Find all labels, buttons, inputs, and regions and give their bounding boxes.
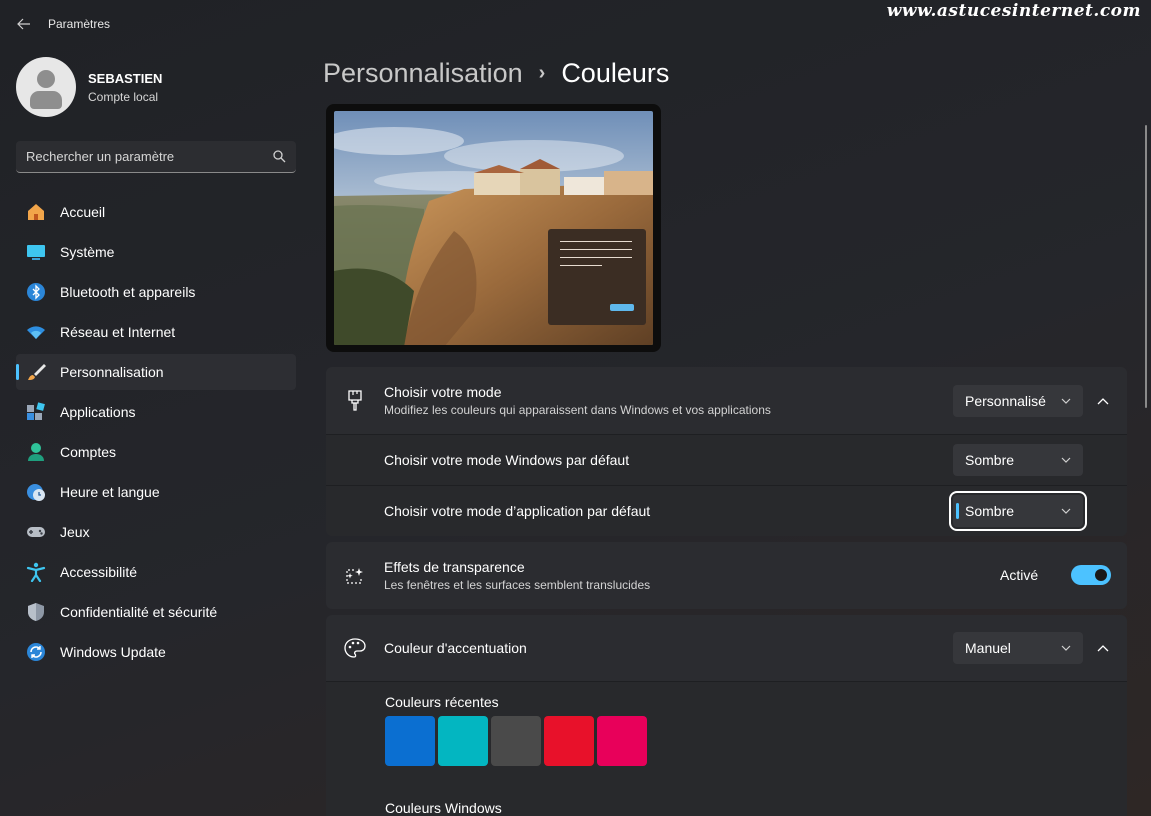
sidebar-item-comptes[interactable]: Comptes	[16, 434, 296, 470]
accent-card: Couleur d'accentuation Manuel Couleurs r…	[326, 615, 1127, 816]
color-swatch[interactable]	[544, 716, 594, 766]
watermark: www.astucesinternet.com	[886, 1, 1141, 21]
accent-row[interactable]: Couleur d'accentuation Manuel	[326, 615, 1127, 681]
app-title: Paramètres	[48, 17, 111, 31]
bluetooth-icon	[26, 282, 46, 302]
transparency-sparkle-icon	[346, 567, 363, 584]
preview-window	[548, 229, 646, 325]
wallpaper-image	[334, 111, 653, 345]
transparency-toggle[interactable]	[1071, 565, 1111, 585]
chevron-up-icon	[1097, 644, 1109, 651]
chevron-down-icon	[1061, 508, 1071, 514]
paintbrush-icon	[348, 389, 362, 411]
accent-colors-panel: Couleurs récentes Couleurs Windows	[326, 682, 1127, 816]
sidebar-item-reseau[interactable]: Réseau et Internet	[16, 314, 296, 350]
chevron-up-icon	[1097, 397, 1109, 404]
app-mode-row: Choisir votre mode d’application par déf…	[326, 486, 1127, 536]
color-swatch[interactable]	[491, 716, 541, 766]
arrow-left-icon	[17, 18, 30, 30]
mode-card: Choisir votre mode Modifiez les couleurs…	[326, 367, 1127, 536]
color-swatch[interactable]	[385, 716, 435, 766]
scrollbar[interactable]	[1145, 125, 1147, 408]
home-icon	[26, 202, 46, 222]
clock-globe-icon	[26, 482, 46, 502]
accessibility-icon	[26, 562, 46, 582]
transparency-state-label: Activé	[1000, 567, 1039, 583]
sidebar-item-confidentialite[interactable]: Confidentialité et sécurité	[16, 594, 296, 630]
collapse-accent-button[interactable]	[1087, 632, 1119, 664]
person-icon	[26, 442, 46, 462]
preview-accent-button	[610, 304, 634, 311]
windows-mode-row: Choisir votre mode Windows par défaut So…	[326, 435, 1127, 485]
windows-mode-dropdown[interactable]: Sombre	[953, 444, 1083, 476]
sidebar-nav: Accueil Système Bluetooth et appareils R…	[16, 194, 296, 674]
mode-row[interactable]: Choisir votre mode Modifiez les couleurs…	[326, 367, 1127, 434]
mode-dropdown[interactable]: Personnalisé	[953, 385, 1083, 417]
sidebar-item-bluetooth[interactable]: Bluetooth et appareils	[16, 274, 296, 310]
chevron-down-icon	[1061, 457, 1071, 463]
apps-icon	[26, 402, 46, 422]
shield-icon	[26, 602, 46, 622]
search-icon	[273, 150, 286, 163]
sidebar-item-applications[interactable]: Applications	[16, 394, 296, 430]
account-type: Compte local	[88, 89, 159, 104]
wifi-icon	[26, 322, 46, 342]
sidebar-item-systeme[interactable]: Système	[16, 234, 296, 270]
monitor-icon	[26, 242, 46, 262]
search-placeholder: Rechercher un paramètre	[26, 149, 175, 164]
title-bar: Paramètres	[0, 0, 400, 48]
avatar	[16, 57, 76, 117]
chevron-right-icon: ›	[538, 62, 546, 84]
transparency-card: Effets de transparence Les fenêtres et l…	[326, 542, 1127, 609]
collapse-mode-button[interactable]	[1087, 385, 1119, 417]
windows-colors-label: Couleurs Windows	[385, 800, 502, 816]
chevron-down-icon	[1061, 645, 1071, 651]
breadcrumb-parent[interactable]: Personnalisation	[323, 58, 523, 89]
sidebar-item-accessibilite[interactable]: Accessibilité	[16, 554, 296, 590]
user-name: SEBASTIEN	[88, 70, 163, 86]
sidebar-item-accueil[interactable]: Accueil	[16, 194, 296, 230]
gamepad-icon	[26, 522, 46, 542]
sync-icon	[26, 642, 46, 662]
brush-icon	[26, 362, 46, 382]
sidebar-item-windows-update[interactable]: Windows Update	[16, 634, 296, 670]
palette-icon	[344, 638, 366, 658]
user-profile[interactable]: SEBASTIEN Compte local	[16, 57, 162, 117]
breadcrumb: Personnalisation › Couleurs	[323, 58, 669, 89]
recent-colors	[385, 716, 650, 766]
color-swatch[interactable]	[597, 716, 647, 766]
app-mode-dropdown[interactable]: Sombre	[949, 491, 1087, 531]
sidebar-item-jeux[interactable]: Jeux	[16, 514, 296, 550]
theme-preview	[326, 104, 661, 352]
color-swatch[interactable]	[438, 716, 488, 766]
transparency-row: Effets de transparence Les fenêtres et l…	[326, 542, 1127, 609]
sidebar-item-personnalisation[interactable]: Personnalisation	[16, 354, 296, 390]
search-input[interactable]: Rechercher un paramètre	[16, 141, 296, 173]
back-button[interactable]	[0, 0, 48, 48]
page-title: Couleurs	[561, 58, 670, 88]
recent-colors-label: Couleurs récentes	[385, 694, 499, 710]
accent-dropdown[interactable]: Manuel	[953, 632, 1083, 664]
chevron-down-icon	[1061, 398, 1071, 404]
sidebar-item-heure[interactable]: Heure et langue	[16, 474, 296, 510]
